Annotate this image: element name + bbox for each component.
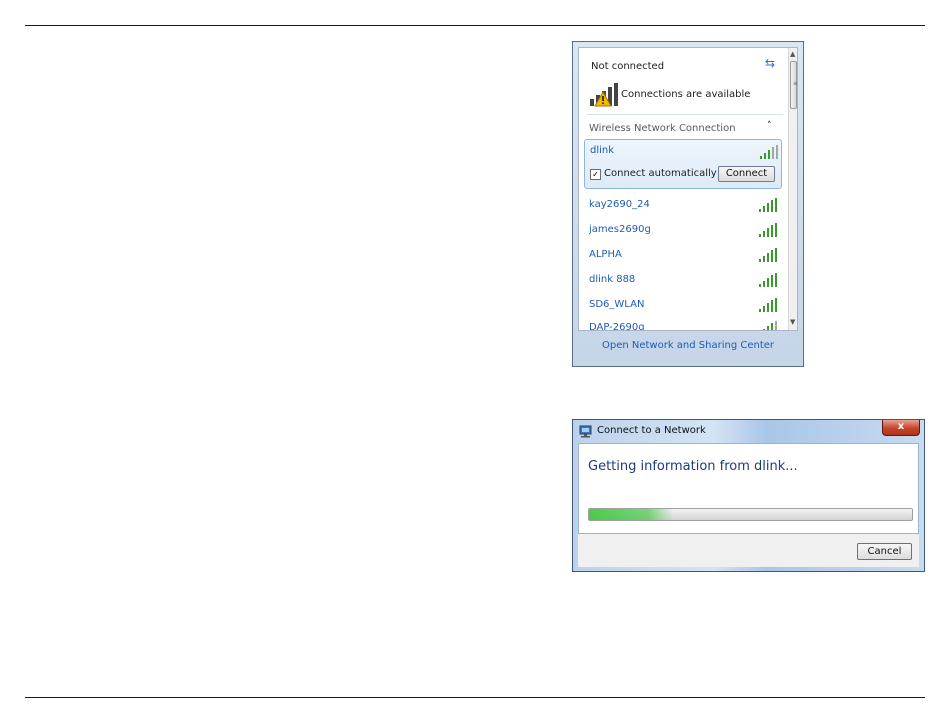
signal-strength-icon xyxy=(759,298,777,312)
cancel-button[interactable]: Cancel xyxy=(857,543,912,560)
progress-bar xyxy=(588,508,913,521)
dialog-footer: Cancel xyxy=(578,534,919,567)
scroll-up-icon[interactable]: ▲ xyxy=(790,50,795,58)
signal-strength-icon xyxy=(760,145,778,159)
signal-strength-icon xyxy=(759,198,777,212)
connect-automatically-checkbox[interactable]: ✓ xyxy=(590,169,601,180)
network-name: kay2690_24 xyxy=(589,199,650,210)
divider xyxy=(587,114,783,115)
dialog-body: Getting information from dlink... xyxy=(578,443,919,534)
scrollbar-thumb[interactable]: ≡ xyxy=(790,61,797,109)
dialog-title: Connect to a Network xyxy=(597,425,706,436)
network-name: dlink 888 xyxy=(589,274,636,285)
availability-text: Connections are available xyxy=(621,89,751,100)
refresh-icon[interactable]: ⇆ xyxy=(765,56,775,70)
bottom-rule xyxy=(25,697,925,698)
signal-strength-icon xyxy=(759,273,777,287)
network-name: SD6_WLAN xyxy=(589,299,645,310)
connect-dialog: Connect to a Network x Getting informati… xyxy=(572,419,925,572)
chevron-up-icon[interactable]: ˄ xyxy=(767,121,772,131)
scroll-down-icon[interactable]: ▼ xyxy=(790,318,795,326)
network-icon xyxy=(579,425,592,438)
network-flyout: Not connected ⇆ Connections are availabl… xyxy=(572,41,804,367)
signal-strength-icon xyxy=(759,248,777,262)
progress-fill xyxy=(589,509,673,520)
connect-automatically-label: Connect automatically xyxy=(604,168,717,179)
signal-available-icon xyxy=(590,83,618,107)
network-name: ALPHA xyxy=(589,249,622,260)
selected-network[interactable]: dlink ✓ Connect automatically Connect xyxy=(584,139,782,189)
signal-strength-icon xyxy=(759,223,777,237)
network-name: dlink xyxy=(590,145,615,156)
signal-strength-icon xyxy=(763,321,777,330)
grip-icon: ≡ xyxy=(793,80,798,87)
close-button[interactable]: x xyxy=(882,420,920,436)
network-name: DAP-2690g xyxy=(589,322,645,331)
flyout-content: Not connected ⇆ Connections are availabl… xyxy=(578,47,798,331)
status-message: Getting information from dlink... xyxy=(588,459,798,474)
connect-button[interactable]: Connect xyxy=(718,166,775,182)
section-title: Wireless Network Connection xyxy=(589,123,736,134)
network-name: james2690g xyxy=(589,224,651,235)
connection-status: Not connected xyxy=(591,61,665,72)
top-rule xyxy=(25,25,925,26)
open-network-sharing-center-link[interactable]: Open Network and Sharing Center xyxy=(578,333,798,361)
scrollbar[interactable]: ▲ ≡ ▼ xyxy=(788,48,797,330)
